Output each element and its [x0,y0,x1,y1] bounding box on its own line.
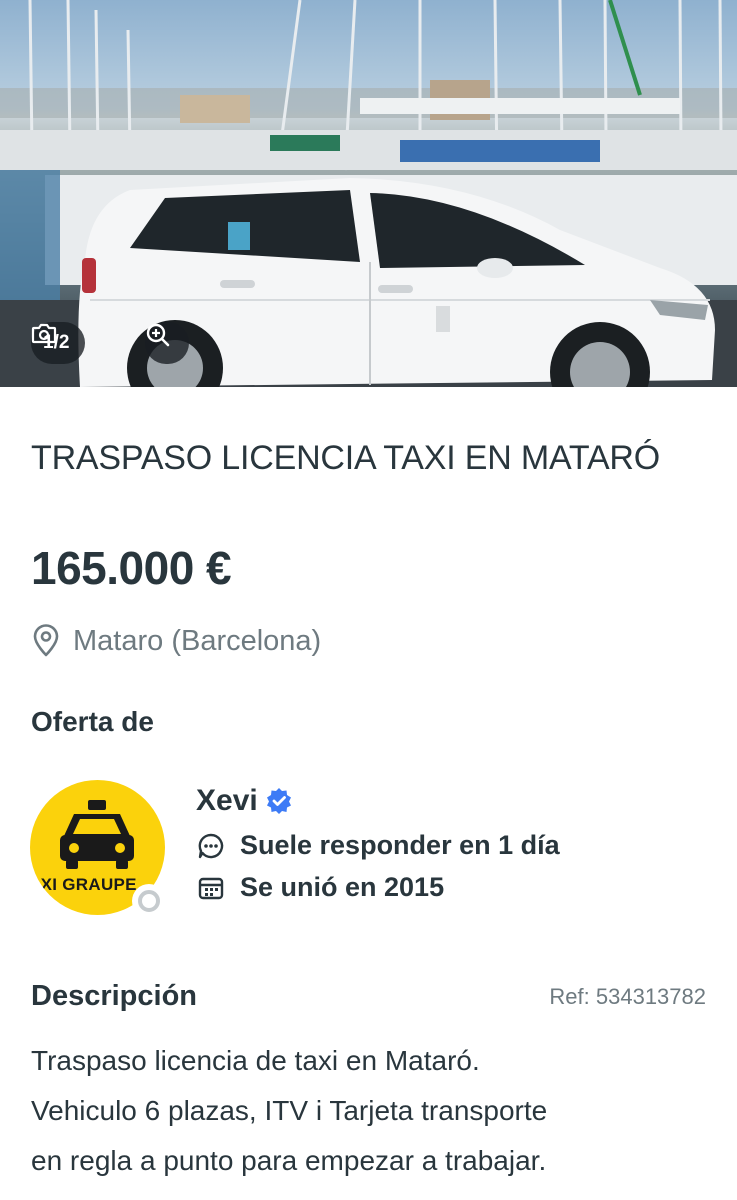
calendar-icon [198,877,224,899]
joined-date-label: Se unió en 2015 [240,872,445,902]
avatar-brand-text: AXI GRAUPE [30,875,137,894]
description-body: Traspaso licencia de taxi en Mataró. Veh… [31,1045,548,1176]
listing-location[interactable]: Mataro (Barcelona) [31,620,321,662]
listing-price: 165.000 € [31,542,232,594]
location-label: Mataro (Barcelona) [73,624,322,657]
zoom-button[interactable] [145,322,189,364]
listing-title: TRASPASO LICENCIA TAXI EN MATARÓ [31,439,661,477]
location-pin-icon [33,624,59,657]
camera-icon [31,323,57,344]
description-heading: Descripción [31,980,197,1012]
offer-heading: Oferta de [31,706,154,737]
listing-photo[interactable]: 1/2 [0,0,737,387]
taxi-photo-illustration [0,0,737,387]
seller-joined-date: Se unió en 2015 [196,872,444,903]
photo-counter[interactable]: 1/2 [31,322,86,364]
seller-name-label: Xevi [196,784,258,817]
seller-response-time: Suele responder en 1 día [196,830,560,861]
online-status-indicator [132,884,166,918]
chat-bubble-icon [198,833,224,858]
listing-reference: Ref: 534313782 [549,984,706,1009]
response-time-label: Suele responder en 1 día [240,830,560,860]
seller-name[interactable]: Xevi [196,784,292,818]
verified-badge-icon [266,788,291,814]
zoom-in-icon [146,323,170,347]
